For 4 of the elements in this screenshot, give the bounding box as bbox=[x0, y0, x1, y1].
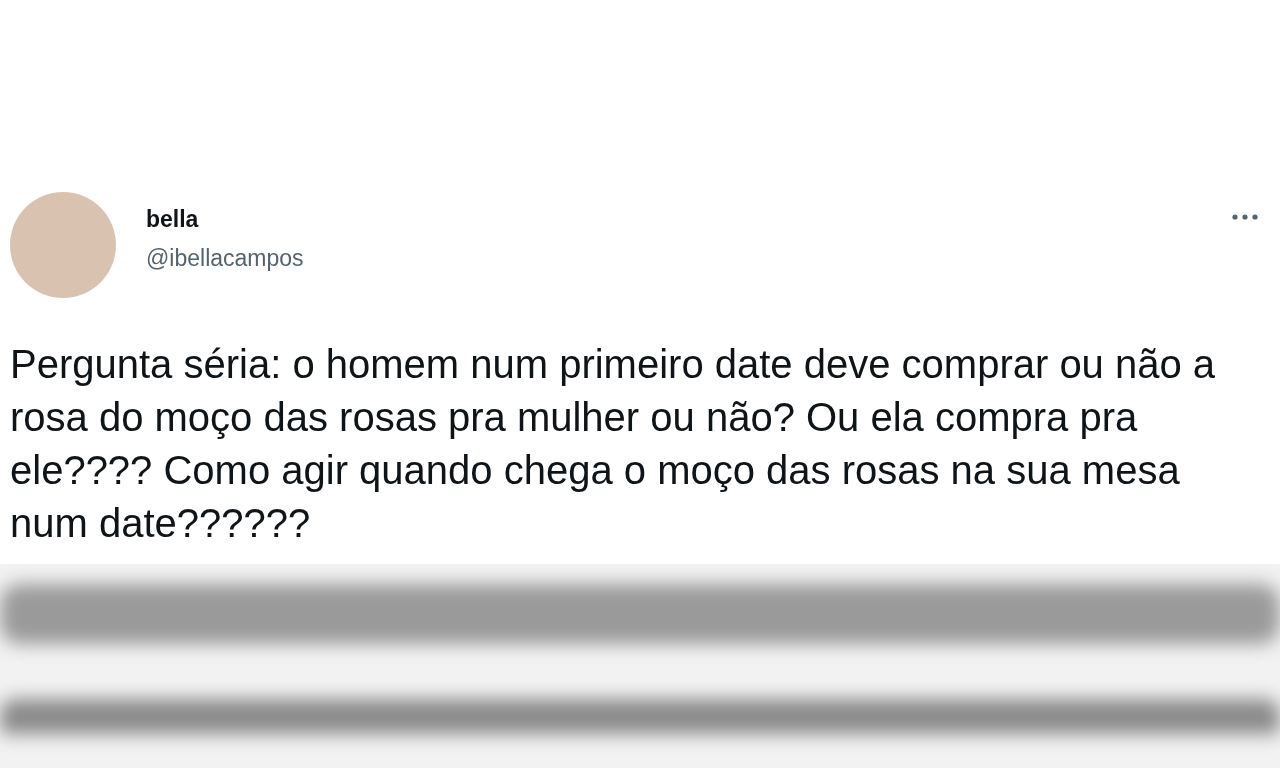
author-name[interactable]: bella bbox=[146, 206, 304, 233]
author-handle[interactable]: @ibellacampos bbox=[146, 245, 304, 272]
more-options-icon[interactable] bbox=[1232, 214, 1258, 220]
tweet-text: Pergunta séria: o homem num primeiro date deve comprar ou não a rosa do moço das rosas pra mulher ou não? Ou ela compra pra ele???? Como agir quando chega o moço das rosas na sua mesa num date?????? bbox=[10, 341, 1217, 547]
